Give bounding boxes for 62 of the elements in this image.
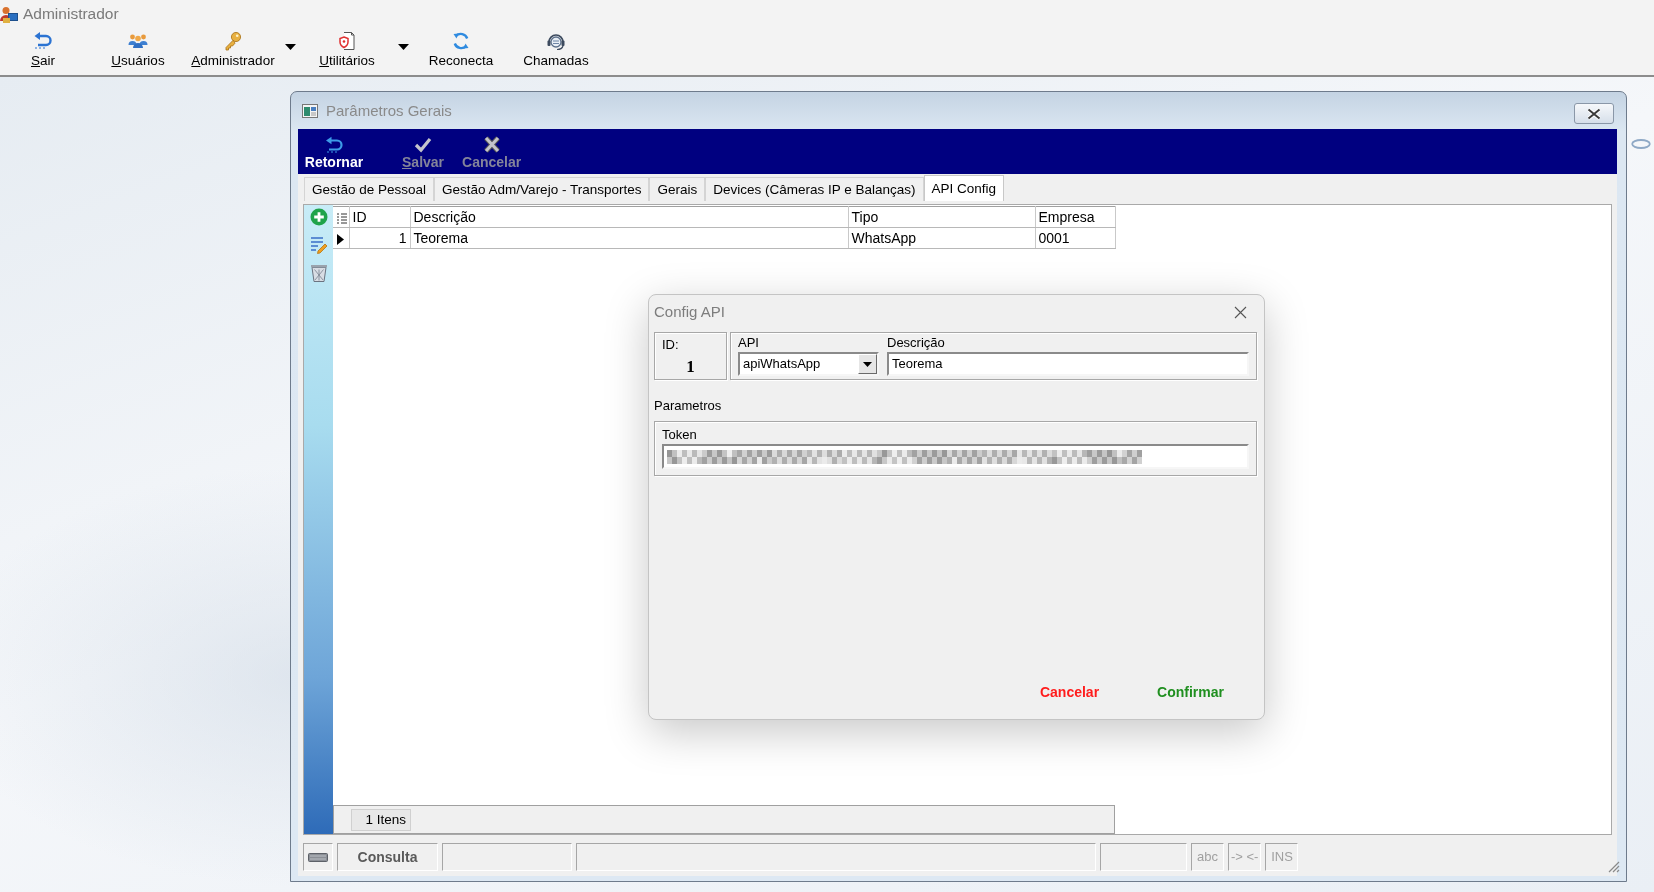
- toolbar-button[interactable]: Utilitários: [307, 29, 387, 69]
- toolbar-button[interactable]: Sair: [20, 29, 66, 69]
- app-title: Administrador: [23, 5, 119, 24]
- toolbar-button[interactable]: Administrador: [183, 29, 283, 69]
- edit-icon[interactable]: [309, 235, 328, 254]
- field-label: API: [738, 335, 759, 352]
- resize-grip-icon[interactable]: [1608, 861, 1620, 873]
- status-panel: Consulta: [337, 843, 438, 871]
- status-indicator: INS: [1265, 843, 1299, 871]
- shield-document-icon: [337, 31, 357, 51]
- headset-icon: [546, 31, 566, 51]
- field-label: Token: [662, 427, 697, 444]
- tab[interactable]: Gestão de Pessoal: [304, 177, 435, 201]
- ring-icon: [1631, 139, 1651, 149]
- check-icon: [414, 136, 432, 153]
- record-count: 1 Itens: [351, 808, 411, 831]
- section-label: Parametros: [654, 398, 722, 414]
- window-title: Parâmetros Gerais: [326, 101, 452, 120]
- api-dropdown[interactable]: apiWhatsApp: [738, 352, 879, 376]
- status-indicator: abc: [1191, 843, 1224, 871]
- caret-icon: [863, 361, 872, 367]
- person-monitor-icon: [0, 5, 18, 24]
- return-arrow-icon: [325, 136, 343, 153]
- tab[interactable]: Gerais: [649, 177, 706, 201]
- refresh-icon: [451, 31, 471, 51]
- field-label: ID:: [662, 337, 679, 353]
- table-cell: WhatsApp: [848, 227, 1035, 249]
- field-label: Descrição: [887, 335, 945, 352]
- column-header[interactable]: Empresa: [1035, 206, 1115, 228]
- tab[interactable]: Gestão Adm/Varejo - Transportes: [434, 177, 650, 201]
- toolbar-button[interactable]: Usuários: [103, 29, 173, 69]
- toolbar-button[interactable]: Chamadas: [514, 29, 598, 69]
- toolbar-button[interactable]: Reconecta: [419, 29, 503, 69]
- description-field[interactable]: Teorema: [887, 352, 1249, 376]
- close-button[interactable]: [1574, 103, 1614, 124]
- confirm-button[interactable]: Confirmar: [1147, 680, 1234, 705]
- dropdown-arrow-icon[interactable]: [398, 44, 409, 50]
- table-cell: 0001: [1035, 227, 1115, 249]
- column-header[interactable]: Tipo: [848, 206, 1035, 228]
- window-icon: [302, 103, 318, 118]
- tab[interactable]: API Config: [923, 175, 1005, 201]
- add-icon[interactable]: [309, 208, 328, 226]
- id-value: 1: [686, 358, 695, 376]
- key-icon: [223, 31, 243, 51]
- trash-icon[interactable]: [308, 263, 329, 283]
- dropdown-button[interactable]: [858, 354, 877, 374]
- column-header[interactable]: ID: [349, 206, 410, 228]
- table-cell: Teorema: [410, 227, 848, 249]
- return-arrow-icon: [33, 31, 53, 51]
- dropdown-arrow-icon[interactable]: [285, 44, 296, 50]
- keyboard-icon: [308, 852, 328, 862]
- toolbar-button[interactable]: Retornar: [301, 129, 367, 171]
- close-icon: [1234, 305, 1247, 319]
- column-list-icon[interactable]: [337, 212, 347, 224]
- close-icon: [1587, 107, 1601, 120]
- status-indicator: -> <-: [1228, 843, 1262, 871]
- column-header[interactable]: Descrição: [410, 206, 848, 228]
- cross-icon: [482, 136, 501, 153]
- table-cell: 1: [349, 227, 410, 249]
- dialog-title: Config API: [654, 303, 725, 321]
- tab[interactable]: Devices (Câmeras IP e Balanças): [705, 177, 924, 201]
- token-field[interactable]: [662, 444, 1249, 469]
